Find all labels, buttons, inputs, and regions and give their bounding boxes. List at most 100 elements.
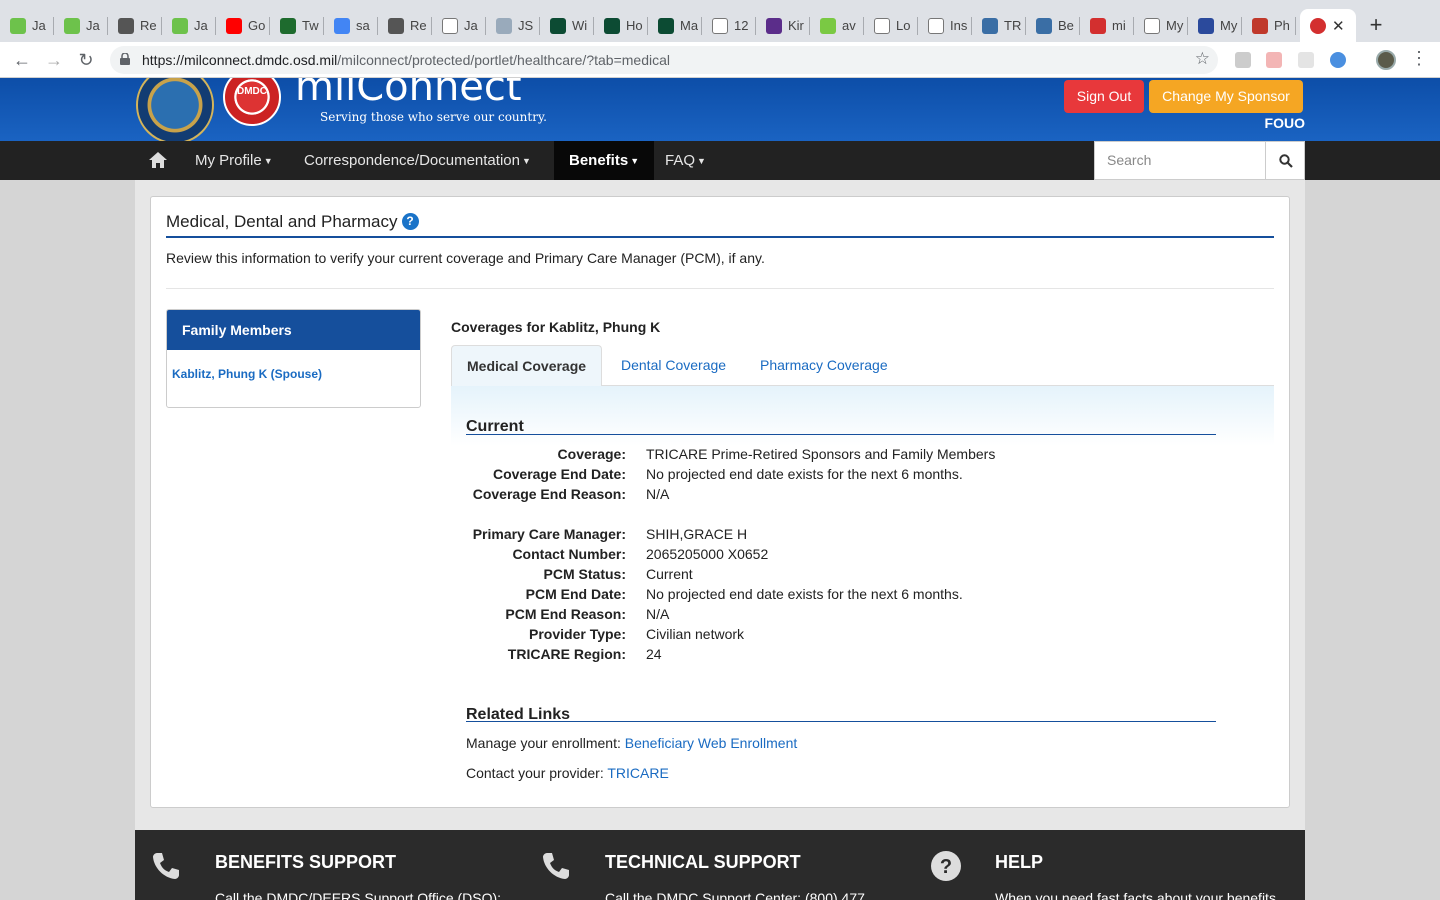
help-icon[interactable]: ? [401, 213, 419, 230]
home-icon[interactable] [148, 151, 168, 169]
browser-tab[interactable]: Ja [162, 9, 216, 42]
browser-tab[interactable]: mi [1080, 9, 1134, 42]
browser-menu-icon[interactable]: ⋮ [1410, 48, 1428, 69]
coverage-row: Coverage End Reason: N/A [400, 486, 1100, 506]
extension-icon[interactable] [1235, 52, 1251, 68]
browser-tab[interactable]: Ph [1242, 9, 1296, 42]
new-tab-icon[interactable]: + [1364, 12, 1388, 38]
browser-tab[interactable]: My [1134, 9, 1188, 42]
browser-tab-strip: Ja Ja Re Ja Go Tw sa Re Ja JS Wi Ho Ma 12 Kir av Lo Ins TR… [0, 0, 1440, 42]
intro-text: Review this information to verify your c… [166, 250, 765, 266]
browser-tab[interactable]: TR [972, 9, 1026, 42]
browser-tab[interactable]: av [810, 9, 864, 42]
browser-tab-title: Kir [788, 18, 804, 33]
tab-medical-coverage[interactable]: Medical Coverage [451, 345, 603, 386]
current-heading-rule [466, 434, 1216, 435]
tricare-link[interactable]: TRICARE [607, 765, 668, 781]
site-nav: My Profile ▼ Correspondence/Documentation… [0, 141, 1440, 180]
browser-tab-active[interactable]: ✕ [1300, 9, 1356, 42]
browser-tab[interactable]: Ja [0, 9, 54, 42]
tab-pharmacy-coverage[interactable]: Pharmacy Coverage [760, 345, 888, 386]
extension-icon[interactable] [1298, 52, 1314, 68]
browser-tab[interactable]: Be [1026, 9, 1080, 42]
coverage-title: Coverages for Kablitz, Phung K [451, 319, 661, 335]
field-value: SHIH,GRACE H [646, 526, 748, 542]
browser-tab[interactable]: Wi [540, 9, 594, 42]
browser-tab[interactable]: Re [378, 9, 432, 42]
site-brand[interactable]: milConnect [295, 78, 522, 110]
circle-tab-icon [118, 17, 134, 34]
youtube-icon [226, 17, 242, 34]
extension-icon[interactable] [1330, 52, 1346, 68]
browser-tab-title: My [1166, 18, 1184, 33]
browser-tab[interactable]: Ja [432, 9, 486, 42]
forward-icon[interactable]: → [42, 48, 66, 72]
field-value: N/A [646, 486, 670, 502]
technical-support-text: Call the DMDC Support Center: (800) 477 [605, 890, 865, 900]
browser-tab[interactable]: Re [108, 9, 162, 42]
green-tab-icon [64, 17, 80, 34]
browser-tab[interactable]: Ja [54, 9, 108, 42]
field-value: Current [646, 566, 693, 582]
browser-toolbar: ← → ↻ https://milconnect.dmdc.osd.mil/mi… [0, 42, 1440, 78]
lock-icon [120, 53, 130, 65]
field-label: TRICARE Region: [507, 646, 626, 662]
globe-icon [1036, 17, 1052, 34]
browser-tab[interactable]: 12 [702, 9, 756, 42]
browser-tab-title: Wi [572, 18, 588, 33]
browser-tab-title: Re [410, 18, 427, 33]
browser-tab[interactable]: Kir [756, 9, 810, 42]
browser-tab[interactable]: Lo [864, 9, 918, 42]
green-tab-icon [172, 17, 188, 34]
pcm-row: PCM Status: Current [400, 566, 1100, 586]
field-label: Coverage End Date: [492, 466, 626, 482]
tab-dental-coverage[interactable]: Dental Coverage [621, 345, 726, 386]
browser-tab[interactable]: Tw [270, 9, 324, 42]
square-tab-icon [1198, 17, 1214, 34]
nav-correspondence[interactable]: Correspondence/Documentation ▼ [304, 141, 531, 180]
reload-icon[interactable]: ↻ [74, 48, 98, 72]
field-label: Primary Care Manager: [472, 526, 626, 542]
browser-tab-title: Ins [950, 18, 968, 33]
nav-benefits[interactable]: Benefits ▼ [554, 141, 655, 180]
technical-support-heading: TECHNICAL SUPPORT [605, 852, 801, 872]
browser-tab-title: Lo [896, 18, 911, 33]
terminal-tab-icon [280, 17, 296, 34]
browser-tab-title: Ph [1274, 18, 1290, 33]
browser-tab-title: Ja [194, 18, 208, 33]
spinner-icon [496, 17, 512, 34]
browser-tab[interactable]: Ho [594, 9, 648, 42]
green-tab-icon [820, 17, 836, 34]
browser-tab[interactable]: sa [324, 9, 378, 42]
profile-avatar[interactable] [1376, 50, 1396, 70]
sign-out-button[interactable]: Sign Out [1064, 80, 1144, 113]
browser-tab-title: 12 [734, 18, 749, 33]
question-circle-icon: ? [931, 851, 961, 881]
browser-tab-title: Tw [302, 18, 319, 33]
search-input[interactable]: Search [1094, 141, 1266, 180]
bookmark-star-icon[interactable]: ☆ [1195, 49, 1210, 69]
nav-my-profile[interactable]: My Profile ▼ [195, 141, 273, 180]
search-button[interactable] [1265, 141, 1305, 180]
family-member-link[interactable]: Kablitz, Phung K (Spouse) [167, 350, 420, 381]
close-tab-icon[interactable]: ✕ [1332, 17, 1345, 35]
browser-tab-title: Ma [680, 18, 698, 33]
browser-tab-title: mi [1112, 18, 1126, 33]
field-value: N/A [646, 606, 670, 622]
beneficiary-web-enrollment-link[interactable]: Beneficiary Web Enrollment [625, 735, 797, 751]
coverage-row: Coverage End Date: No projected end date … [400, 466, 1100, 486]
browser-tab[interactable]: Ma [648, 9, 702, 42]
change-sponsor-button[interactable]: Change My Sponsor [1149, 80, 1303, 113]
browser-tab[interactable]: Ins [918, 9, 972, 42]
back-icon[interactable]: ← [10, 48, 34, 72]
title-divider [166, 236, 1274, 238]
pcm-row: Provider Type: Civilian network [400, 626, 1100, 646]
extension-icon[interactable] [1266, 52, 1282, 68]
nav-faq[interactable]: FAQ ▼ [665, 141, 706, 180]
field-label: Contact Number: [512, 546, 626, 562]
address-bar[interactable]: https://milconnect.dmdc.osd.mil/milconne… [110, 46, 1218, 74]
coverage-row: Coverage: TRICARE Prime-Retired Sponsors … [400, 446, 1100, 466]
browser-tab[interactable]: Go [216, 9, 270, 42]
browser-tab[interactable]: My [1188, 9, 1242, 42]
browser-tab[interactable]: JS [486, 9, 540, 42]
